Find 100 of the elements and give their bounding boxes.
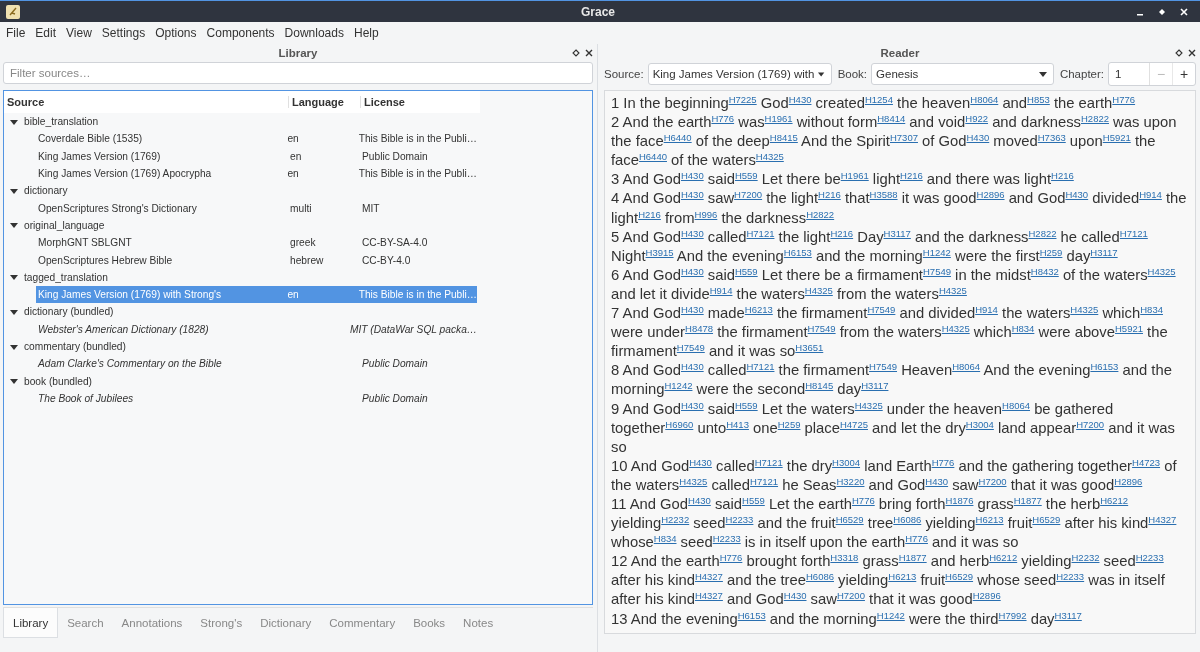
strongs-link[interactable]: H4325 — [1147, 265, 1176, 277]
strongs-link[interactable]: H2233 — [712, 533, 741, 545]
strongs-link[interactable]: H430 — [966, 132, 990, 144]
strongs-link[interactable]: H1877 — [898, 552, 927, 564]
menu-item[interactable]: Downloads — [280, 24, 348, 42]
strongs-link[interactable]: H6440 — [638, 151, 667, 163]
strongs-link[interactable]: H2232 — [1071, 552, 1100, 564]
strongs-link[interactable]: H2822 — [806, 208, 835, 220]
strongs-link[interactable]: H4325 — [854, 399, 883, 411]
strongs-link[interactable]: H1961 — [840, 170, 869, 182]
tree-row[interactable]: MorphGNT SBLGNT greek CC-BY-SA-4.0 — [36, 234, 477, 252]
strongs-link[interactable]: H4325 — [941, 323, 970, 335]
strongs-link[interactable]: H7200 — [836, 590, 865, 602]
expanded-arrow-icon[interactable] — [10, 273, 18, 282]
strongs-link[interactable]: H5921 — [1102, 132, 1131, 144]
strongs-link[interactable]: H430 — [788, 94, 812, 105]
strongs-link[interactable]: H559 — [734, 399, 758, 411]
strongs-link[interactable]: H776 — [905, 533, 928, 545]
strongs-link[interactable]: H3915 — [645, 246, 674, 258]
strongs-link[interactable]: H7549 — [867, 304, 896, 316]
expanded-arrow-icon[interactable] — [10, 377, 18, 386]
strongs-link[interactable]: H2233 — [1135, 552, 1164, 564]
strongs-link[interactable]: H6213 — [744, 304, 773, 316]
strongs-link[interactable]: H776 — [1112, 94, 1136, 105]
strongs-link[interactable]: H5921 — [1115, 323, 1143, 335]
strongs-link[interactable]: H6153 — [1090, 361, 1119, 373]
strongs-link[interactable]: H7121 — [1119, 227, 1148, 239]
tab[interactable]: Annotations — [112, 608, 192, 638]
strongs-link[interactable]: H413 — [726, 418, 749, 430]
strongs-link[interactable]: H8478 — [685, 323, 714, 335]
strongs-link[interactable]: H1877 — [1013, 494, 1042, 506]
strongs-link[interactable]: H6440 — [663, 132, 692, 144]
tree-group[interactable]: original_language — [24, 219, 105, 231]
strongs-link[interactable]: H4325 — [1070, 304, 1099, 316]
tree-group[interactable]: commentary (bundled) — [24, 341, 126, 352]
strongs-link[interactable]: H6529 — [835, 514, 864, 526]
strongs-link[interactable]: H6529 — [945, 571, 974, 583]
chapter-field[interactable]: 1 — [1109, 63, 1150, 85]
strongs-link[interactable]: H430 — [680, 361, 704, 373]
strongs-link[interactable]: H3220 — [836, 475, 865, 487]
tree-row[interactable]: King James Version (1769) en Public Domain — [36, 147, 477, 165]
strongs-link[interactable]: H430 — [680, 265, 704, 277]
strongs-link[interactable]: H216 — [900, 170, 923, 182]
expanded-arrow-icon[interactable] — [10, 221, 18, 230]
menu-item[interactable]: Settings — [97, 24, 150, 42]
maximize-icon[interactable] — [1158, 7, 1166, 16]
strongs-link[interactable]: H216 — [818, 189, 841, 201]
strongs-link[interactable]: H6153 — [783, 246, 812, 258]
strongs-link[interactable]: H8064 — [952, 361, 981, 373]
tree-row[interactable]: Webster's American Dictionary (1828) MIT (DataWar SQL packa… — [36, 320, 477, 338]
strongs-link[interactable]: H430 — [689, 456, 712, 468]
tree-row[interactable]: Adam Clarke's Commentary on the Bible Public Domain — [36, 355, 477, 373]
strongs-link[interactable]: H7200 — [978, 475, 1007, 487]
strongs-link[interactable]: H2822 — [1028, 227, 1057, 239]
tab[interactable]: Commentary — [320, 608, 405, 638]
strongs-link[interactable]: H430 — [1065, 189, 1089, 201]
source-dropdown[interactable]: King James Version (1769) with — [647, 63, 832, 85]
strongs-link[interactable]: H776 — [931, 456, 955, 468]
strongs-link[interactable]: H4327 — [1148, 514, 1177, 526]
strongs-link[interactable]: H430 — [688, 494, 711, 506]
expanded-arrow-icon[interactable] — [10, 342, 18, 351]
strongs-link[interactable]: H6212 — [989, 552, 1018, 564]
strongs-link[interactable]: H3117 — [861, 380, 889, 392]
tab[interactable]: Library — [3, 608, 59, 638]
close-icon[interactable] — [585, 48, 593, 57]
expanded-arrow-icon[interactable] — [10, 307, 18, 316]
book-dropdown[interactable]: Genesis — [871, 63, 1054, 85]
strongs-link[interactable]: H7549 — [869, 361, 898, 373]
strongs-link[interactable]: H1876 — [945, 494, 974, 506]
strongs-link[interactable]: H3004 — [832, 456, 861, 468]
strongs-link[interactable]: H2233 — [1056, 571, 1085, 583]
strongs-link[interactable]: H7121 — [746, 227, 775, 239]
strongs-link[interactable]: H7121 — [746, 361, 775, 373]
strongs-link[interactable]: H6086 — [893, 514, 922, 526]
strongs-link[interactable]: H4327 — [694, 571, 723, 583]
strongs-link[interactable]: H776 — [852, 494, 875, 506]
strongs-link[interactable]: H7549 — [923, 265, 951, 277]
tree-group[interactable]: dictionary — [24, 185, 68, 197]
strongs-link[interactable]: H834 — [1011, 323, 1035, 335]
strongs-link[interactable]: H216 — [638, 208, 661, 220]
strongs-link[interactable]: H6212 — [1100, 494, 1129, 506]
strongs-link[interactable]: H216 — [1051, 170, 1074, 182]
tree-group[interactable]: bible_translation — [24, 116, 99, 128]
strongs-link[interactable]: H430 — [925, 475, 949, 487]
strongs-link[interactable]: H4725 — [839, 418, 868, 430]
column-header[interactable]: License — [360, 96, 405, 108]
tree-group[interactable]: tagged_translation — [24, 271, 108, 283]
strongs-link[interactable]: H834 — [653, 533, 677, 545]
strongs-link[interactable]: H430 — [680, 189, 704, 201]
strongs-link[interactable]: H7549 — [807, 323, 836, 335]
tree-row[interactable]: OpenScriptures Hebrew Bible hebrew CC-BY-4.0 — [36, 251, 477, 269]
strongs-link[interactable]: H559 — [742, 494, 765, 506]
menu-item[interactable]: Options — [151, 24, 201, 42]
app-icon[interactable] — [6, 4, 20, 19]
strongs-link[interactable]: H776 — [711, 113, 735, 125]
expanded-arrow-icon[interactable] — [10, 186, 18, 195]
strongs-link[interactable]: H2822 — [1081, 113, 1109, 125]
strongs-link[interactable]: H1242 — [664, 380, 693, 392]
tab[interactable]: Notes — [454, 608, 503, 638]
strongs-link[interactable]: H914 — [1139, 189, 1162, 201]
